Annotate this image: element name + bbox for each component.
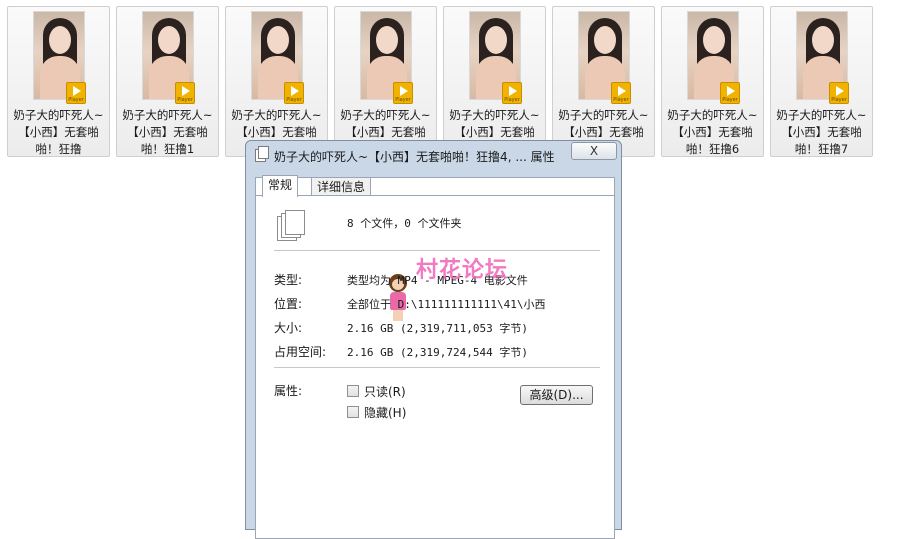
size-on-disk-label: 占用空间: bbox=[274, 345, 327, 359]
file-name: 奶子大的吓死人~ 【小西】无套啪 啪！狂撸 bbox=[13, 108, 104, 156]
dialog-title: 奶子大的吓死人~【小西】无套啪啪！狂撸4, ... 属性 bbox=[274, 150, 555, 164]
tab-details[interactable]: 详细信息 bbox=[311, 177, 372, 197]
file-name: 奶子大的吓死人~ 【小西】无套啪 bbox=[231, 108, 322, 139]
dialog-titlebar[interactable]: 奶子大的吓死人~【小西】无套啪啪！狂撸4, ... 属性 X bbox=[246, 141, 621, 171]
properties-dialog: 奶子大的吓死人~【小西】无套啪啪！狂撸4, ... 属性 X 常规 详细信息 8… bbox=[245, 140, 622, 539]
file-thumbnail[interactable]: Player 奶子大的吓死人~ 【小西】无套啪 啪！狂撸1 bbox=[116, 6, 219, 157]
type-label: 类型: bbox=[274, 273, 303, 287]
file-thumbnail[interactable]: Player 奶子大的吓死人~ 【小西】无套啪 bbox=[443, 6, 546, 157]
size-label: 大小: bbox=[274, 321, 303, 335]
player-badge-icon: Player bbox=[66, 82, 86, 104]
file-name: 奶子大的吓死人~ 【小西】无套啪 啪！狂撸1 bbox=[122, 108, 213, 156]
close-button[interactable]: X bbox=[571, 142, 617, 160]
multiple-files-icon bbox=[277, 210, 307, 242]
files-icon bbox=[255, 146, 269, 162]
hidden-checkbox[interactable] bbox=[347, 406, 359, 418]
player-badge-icon: Player bbox=[393, 82, 413, 104]
advanced-button[interactable]: 高级(D)... bbox=[520, 385, 593, 405]
general-tab-content: 8 个文件，0 个文件夹 类型: 类型均为 MP4 - MPEG-4 电影文件 … bbox=[256, 195, 614, 538]
file-name: 奶子大的吓死人~ 【小西】无套啪 bbox=[340, 108, 431, 139]
player-badge-icon: Player bbox=[720, 82, 740, 104]
file-name: 奶子大的吓死人~ 【小西】无套啪 啪！狂撸6 bbox=[667, 108, 758, 156]
file-thumbnail[interactable]: Player 奶子大的吓死人~ 【小西】无套啪 啪！狂撸7 bbox=[770, 6, 873, 157]
player-badge-icon: Player bbox=[829, 82, 849, 104]
player-badge-icon: Player bbox=[611, 82, 631, 104]
player-badge-icon: Player bbox=[284, 82, 304, 104]
file-thumbnail[interactable]: Player 奶子大的吓死人~ 【小西】无套啪 5 bbox=[552, 6, 655, 157]
file-thumbnail[interactable]: Player 奶子大的吓死人~ 【小西】无套啪 bbox=[334, 6, 437, 157]
location-value: 全部位于 D:\111111111111\41\小西 bbox=[347, 298, 546, 311]
player-badge-icon: Player bbox=[175, 82, 195, 104]
file-thumbnail[interactable]: Player 奶子大的吓死人~ 【小西】无套啪 啪！狂撸6 bbox=[661, 6, 764, 157]
player-badge-icon: Player bbox=[502, 82, 522, 104]
readonly-label[interactable]: 只读(R) bbox=[364, 383, 406, 400]
size-value: 2.16 GB (2,319,711,053 字节) bbox=[347, 322, 528, 335]
tab-general[interactable]: 常规 bbox=[262, 175, 299, 197]
tab-panel: 常规 详细信息 8 个文件，0 个文件夹 类型: 类型均为 MP4 - MPEG… bbox=[255, 175, 615, 539]
divider bbox=[274, 367, 600, 368]
forum-watermark: 村花论坛 bbox=[416, 258, 509, 283]
size-on-disk-value: 2.16 GB (2,319,724,544 字节) bbox=[347, 346, 528, 359]
file-thumbnail[interactable]: Player 奶子大的吓死人~ 【小西】无套啪 啪！狂撸 bbox=[7, 6, 110, 157]
file-thumbnail[interactable]: Player 奶子大的吓死人~ 【小西】无套啪 bbox=[225, 6, 328, 157]
readonly-checkbox[interactable] bbox=[347, 385, 359, 397]
file-name: 奶子大的吓死人~ 【小西】无套啪 bbox=[449, 108, 540, 139]
file-name: 奶子大的吓死人~ 【小西】无套啪 啪！狂撸7 bbox=[776, 108, 867, 156]
tab-strip: 常规 详细信息 bbox=[256, 175, 614, 197]
hidden-label[interactable]: 隐藏(H) bbox=[364, 404, 406, 421]
location-label: 位置: bbox=[274, 297, 303, 311]
attributes-label: 属性: bbox=[274, 384, 303, 398]
file-count-summary: 8 个文件，0 个文件夹 bbox=[347, 217, 462, 230]
divider bbox=[274, 250, 600, 251]
